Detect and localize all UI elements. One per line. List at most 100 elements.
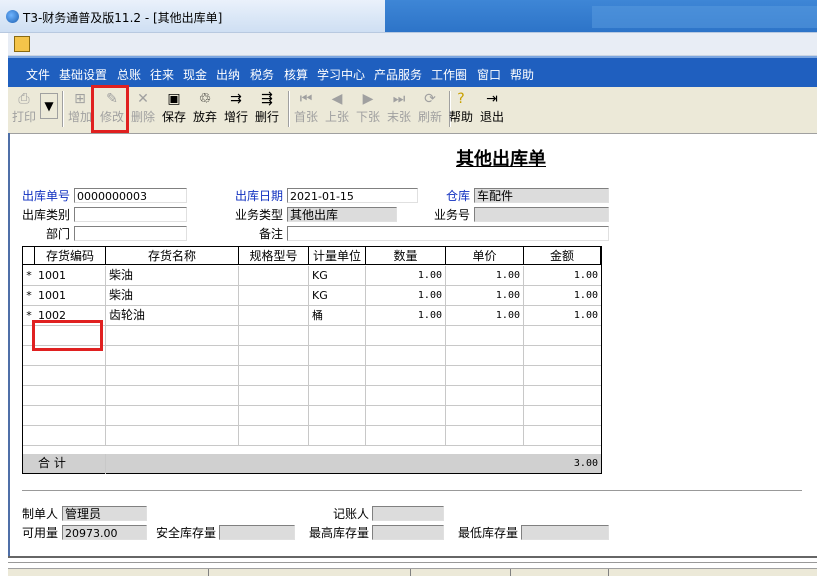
menu-cashier[interactable]: 出纳 <box>216 66 240 83</box>
cell-price[interactable] <box>446 326 524 346</box>
cell-price[interactable] <box>446 366 524 386</box>
cell-code[interactable] <box>35 386 106 406</box>
cell-name[interactable] <box>106 366 239 386</box>
menu-workspace[interactable]: 工作圈 <box>431 66 467 83</box>
cell-qty[interactable] <box>366 366 446 386</box>
out-date-field[interactable]: 2021-01-15 <box>287 188 418 203</box>
cell-price[interactable]: 1.00 <box>446 266 524 286</box>
cell-unit[interactable] <box>309 366 366 386</box>
print-dropdown-button[interactable]: ▼ <box>40 93 58 119</box>
menu-learning-center[interactable]: 学习中心 <box>317 66 365 83</box>
cell-qty[interactable]: 1.00 <box>366 306 446 326</box>
cell-name[interactable] <box>106 346 239 366</box>
cell-name[interactable] <box>106 386 239 406</box>
cell-price[interactable]: 1.00 <box>446 286 524 306</box>
cell-price[interactable] <box>446 406 524 426</box>
cell-qty[interactable]: 1.00 <box>366 286 446 306</box>
empty-row[interactable] <box>23 406 601 426</box>
cell-price[interactable]: 1.00 <box>446 306 524 326</box>
cell-unit[interactable] <box>309 326 366 346</box>
table-row[interactable]: * 1002 齿轮油 桶 1.00 1.00 1.00 <box>23 306 601 326</box>
exit-button[interactable]: ⇥ 退出 <box>478 89 506 129</box>
cell-qty[interactable] <box>366 426 446 446</box>
first-record-button[interactable]: ⏮ 首张 <box>292 89 320 129</box>
min-stock-field[interactable] <box>521 525 609 540</box>
col-header-spec[interactable]: 规格型号 <box>239 247 309 265</box>
cell-amount[interactable]: 1.00 <box>524 266 601 286</box>
col-header-price[interactable]: 单价 <box>446 247 524 265</box>
dept-field[interactable] <box>74 226 187 241</box>
cell-unit[interactable]: KG <box>309 266 366 286</box>
col-header-unit[interactable]: 计量单位 <box>309 247 366 265</box>
menu-file[interactable]: 文件 <box>26 66 50 83</box>
cell-unit[interactable] <box>309 346 366 366</box>
cell-qty[interactable] <box>366 326 446 346</box>
delete-row-button[interactable]: ⇶ 删行 <box>253 89 281 129</box>
cell-spec[interactable] <box>239 426 309 446</box>
warehouse-field[interactable]: 车配件 <box>474 188 609 203</box>
cell-unit[interactable] <box>309 426 366 446</box>
empty-row[interactable] <box>23 426 601 446</box>
cell-name[interactable]: 齿轮油 <box>106 306 239 326</box>
discard-button[interactable]: ♲ 放弃 <box>191 89 219 129</box>
help-button[interactable]: ? 帮助 <box>447 89 475 129</box>
add-row-button[interactable]: ⇉ 增行 <box>222 89 250 129</box>
cell-qty[interactable]: 1.00 <box>366 266 446 286</box>
document-window-icon[interactable] <box>14 36 30 52</box>
cell-spec[interactable] <box>239 386 309 406</box>
cell-amount[interactable]: 1.00 <box>524 306 601 326</box>
cell-qty[interactable] <box>366 386 446 406</box>
delete-button[interactable]: ✕ 删除 <box>129 89 157 129</box>
col-header-code[interactable]: 存货编码 <box>35 247 106 265</box>
menu-window[interactable]: 窗口 <box>477 66 501 83</box>
cell-name[interactable] <box>106 426 239 446</box>
save-button[interactable]: ▣ 保存 <box>160 89 188 129</box>
biz-no-field[interactable] <box>474 207 609 222</box>
cell-price[interactable] <box>446 346 524 366</box>
cell-name[interactable]: 柴油 <box>106 286 239 306</box>
cell-spec[interactable] <box>239 326 309 346</box>
cell-spec[interactable] <box>239 286 309 306</box>
bookkeeper-field[interactable] <box>372 506 444 521</box>
cell-spec[interactable] <box>239 266 309 286</box>
out-type-field[interactable] <box>74 207 187 222</box>
last-record-button[interactable]: ⏭ 末张 <box>385 89 413 129</box>
next-record-button[interactable]: ▶ 下张 <box>354 89 382 129</box>
cell-qty[interactable] <box>366 346 446 366</box>
col-header-qty[interactable]: 数量 <box>366 247 446 265</box>
refresh-button[interactable]: ⟳ 刷新 <box>416 89 444 129</box>
remark-field[interactable] <box>287 226 609 241</box>
cell-code[interactable] <box>35 366 106 386</box>
cell-price[interactable] <box>446 386 524 406</box>
cell-code[interactable] <box>35 406 106 426</box>
menu-help[interactable]: 帮助 <box>510 66 534 83</box>
menu-basic-settings[interactable]: 基础设置 <box>59 66 107 83</box>
menu-accounting[interactable]: 核算 <box>284 66 308 83</box>
empty-row[interactable] <box>23 386 601 406</box>
out-no-field[interactable]: 0000000003 <box>74 188 187 203</box>
menu-general-ledger[interactable]: 总账 <box>117 66 141 83</box>
available-field[interactable]: 20973.00 <box>62 525 147 540</box>
cell-spec[interactable] <box>239 366 309 386</box>
biz-type-field[interactable]: 其他出库 <box>287 207 397 222</box>
cell-code[interactable]: 1001 <box>35 286 106 306</box>
cell-spec[interactable] <box>239 346 309 366</box>
cell-name[interactable] <box>106 406 239 426</box>
add-button[interactable]: ⊞ 增加 <box>66 89 94 129</box>
cell-unit[interactable] <box>309 386 366 406</box>
empty-row[interactable] <box>23 346 601 366</box>
cell-unit[interactable]: 桶 <box>309 306 366 326</box>
cell-price[interactable] <box>446 426 524 446</box>
cell-code[interactable]: 1001 <box>35 266 106 286</box>
empty-row[interactable] <box>23 326 601 346</box>
cell-name[interactable] <box>106 326 239 346</box>
menu-receivables[interactable]: 往来 <box>150 66 174 83</box>
cell-unit[interactable] <box>309 406 366 426</box>
window-titlebar[interactable]: T3-财务通普及版11.2 - [其他出库单] <box>0 0 817 33</box>
safety-stock-field[interactable] <box>219 525 295 540</box>
table-row[interactable]: * 1001 柴油 KG 1.00 1.00 1.00 <box>23 286 601 306</box>
prev-record-button[interactable]: ◀ 上张 <box>323 89 351 129</box>
cell-code[interactable] <box>35 426 106 446</box>
empty-row[interactable] <box>23 366 601 386</box>
cell-name[interactable]: 柴油 <box>106 266 239 286</box>
